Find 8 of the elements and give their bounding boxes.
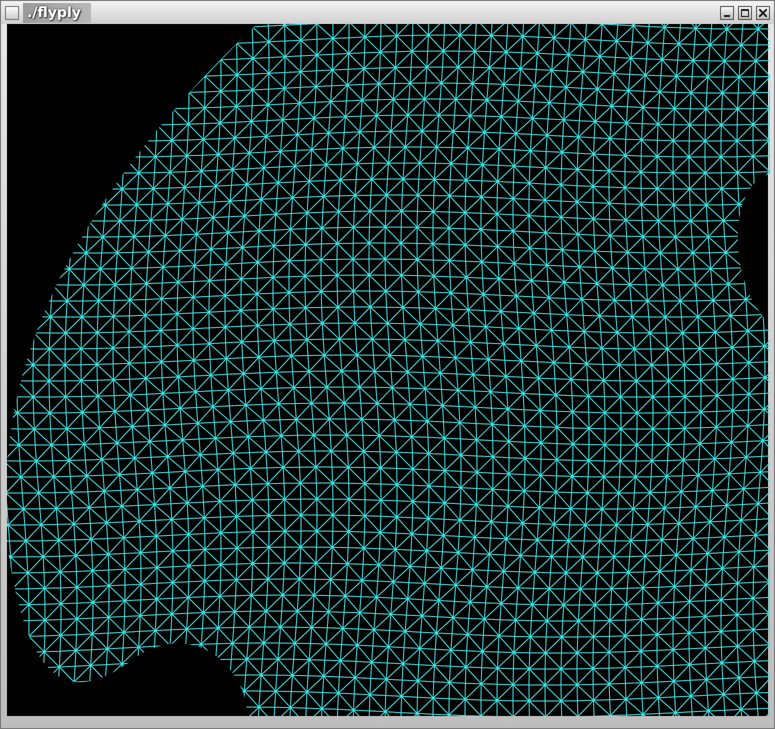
- close-button[interactable]: [756, 6, 770, 20]
- maximize-button[interactable]: [738, 6, 752, 20]
- maximize-icon: [741, 8, 749, 16]
- minimize-button[interactable]: [720, 6, 734, 20]
- window-icon[interactable]: [5, 6, 19, 20]
- window-title: ./flyply: [23, 2, 91, 22]
- close-icon: [759, 8, 767, 16]
- minimize-icon: [724, 14, 730, 16]
